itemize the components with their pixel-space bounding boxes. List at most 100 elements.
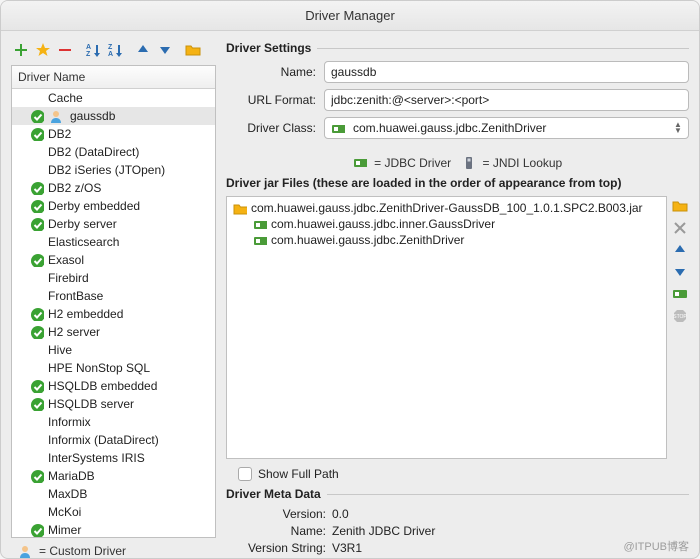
driver-class-combo[interactable]: com.huawei.gauss.jdbc.ZenithDriver ▲▼ [324,117,689,139]
driver-row[interactable]: DB2 (DataDirect) [12,143,215,161]
driver-name-label: Hive [48,343,72,357]
sort-za-button[interactable] [105,41,125,59]
meta-name-row: Name: Zenith JDBC Driver [226,524,689,538]
show-full-path-checkbox[interactable] [238,467,252,481]
driver-row[interactable]: DB2 z/OS [12,179,215,197]
add-button[interactable] [11,41,31,59]
check-icon [30,199,44,214]
url-row: URL Format: [226,89,689,111]
driver-name-label: FrontBase [48,289,103,303]
jdbc-icon [353,155,367,169]
jdbc-icon [253,217,267,231]
jar-open-button[interactable] [672,198,688,214]
driver-name-label: H2 embedded [48,307,123,321]
meta-version-label: Version: [226,507,326,521]
driver-name-label: MariaDB [48,469,95,483]
driver-row[interactable]: DB2 [12,125,215,143]
driver-name-label: Cache [48,91,83,105]
meta-title-text: Driver Meta Data [226,487,321,501]
jar-entry-text: com.huawei.gauss.jdbc.ZenithDriver [271,233,464,247]
content: Driver Name Cache gaussdb DB2 DB2 (DataDire… [1,31,699,558]
driver-row[interactable]: FrontBase [12,287,215,305]
jar-side-toolbar [671,196,689,459]
meta-name-label: Name: [226,524,326,538]
meta-vstring-row: Version String: V3R1 [226,541,689,555]
meta-version-value: 0.0 [332,507,349,521]
driver-row[interactable]: Exasol [12,251,215,269]
driver-list: Driver Name Cache gaussdb DB2 DB2 (DataDire… [11,65,216,538]
driver-name-label: gaussdb [70,109,115,123]
driver-name-label: Informix (DataDirect) [48,433,159,447]
driver-name-label: HSQLDB server [48,397,134,411]
driver-row[interactable]: MaxDB [12,485,215,503]
driver-class-row[interactable]: com.huawei.gauss.jdbc.inner.GaussDriver [231,216,662,232]
name-input[interactable] [324,61,689,83]
check-icon [30,217,44,232]
jar-stop-button[interactable] [672,308,688,324]
driver-row[interactable]: Derby embedded [12,197,215,215]
check-icon [30,181,44,196]
driver-row[interactable]: gaussdb [12,107,215,125]
class-label: Driver Class: [226,121,316,135]
driver-row[interactable]: Derby server [12,215,215,233]
driver-row[interactable]: H2 embedded [12,305,215,323]
check-icon [30,109,44,124]
url-label: URL Format: [226,93,316,107]
driver-row[interactable]: Cache [12,89,215,107]
driver-row[interactable]: Informix (DataDirect) [12,431,215,449]
show-full-path-row: Show Full Path [226,467,689,481]
remove-button[interactable] [55,41,75,59]
combo-stepper-icon: ▲▼ [672,122,684,134]
folder-button[interactable] [183,41,203,59]
driver-row[interactable]: HSQLDB embedded [12,377,215,395]
driver-row[interactable]: Hive [12,341,215,359]
driver-row[interactable]: Informix [12,413,215,431]
left-panel: Driver Name Cache gaussdb DB2 DB2 (DataDire… [11,39,216,558]
meta-version-row: Version: 0.0 [226,507,689,521]
driver-list-body[interactable]: Cache gaussdb DB2 DB2 (DataDirect) DB2 iSeri… [12,89,215,537]
jar-entry-text: com.huawei.gauss.jdbc.inner.GaussDriver [271,217,495,231]
jar-down-button[interactable] [672,264,688,280]
jar-file-list[interactable]: com.huawei.gauss.jdbc.ZenithDriver-Gauss… [226,196,667,459]
driver-row[interactable]: H2 server [12,323,215,341]
driver-row[interactable]: Firebird [12,269,215,287]
driver-row[interactable]: McKoi [12,503,215,521]
name-row: Name: [226,61,689,83]
jar-jdbc-button[interactable] [672,286,688,302]
driver-row[interactable]: MariaDB [12,467,215,485]
jndi-icon [461,155,475,169]
driver-row[interactable]: InterSystems IRIS [12,449,215,467]
jar-up-button[interactable] [672,242,688,258]
right-panel: Driver Settings Name: URL Format: Driver… [226,39,689,558]
favorite-button[interactable] [33,41,53,59]
show-full-path-label: Show Full Path [258,467,339,481]
driver-name-label: DB2 [48,127,71,141]
driver-row[interactable]: DB2 iSeries (JTOpen) [12,161,215,179]
driver-name-label: Elasticsearch [48,235,119,249]
jar-remove-button[interactable] [672,220,688,236]
url-input[interactable] [324,89,689,111]
move-down-button[interactable] [155,41,175,59]
driver-list-header[interactable]: Driver Name [12,66,215,89]
sort-az-button[interactable] [83,41,103,59]
driver-name-label: Derby embedded [48,199,140,213]
driver-name-label: DB2 z/OS [48,181,101,195]
driver-name-label: Mimer [48,523,81,537]
jar-file-row[interactable]: com.huawei.gauss.jdbc.ZenithDriver-Gauss… [231,200,662,216]
driver-row[interactable]: Elasticsearch [12,233,215,251]
driver-row[interactable]: HPE NonStop SQL [12,359,215,377]
driver-row[interactable]: Mimer [12,521,215,537]
check-icon [30,307,44,322]
jar-box: com.huawei.gauss.jdbc.ZenithDriver-Gauss… [226,196,689,459]
check-icon [30,325,44,340]
driver-toolbar [11,39,216,65]
driver-name-label: InterSystems IRIS [48,451,145,465]
check-icon [30,253,44,268]
driver-row[interactable]: HSQLDB server [12,395,215,413]
driver-settings-title: Driver Settings [226,41,689,55]
check-icon [30,397,44,412]
jar-files-title: Driver jar Files (these are loaded in th… [226,176,689,190]
driver-name-label: DB2 (DataDirect) [48,145,139,159]
move-up-button[interactable] [133,41,153,59]
driver-class-row[interactable]: com.huawei.gauss.jdbc.ZenithDriver [231,232,662,248]
